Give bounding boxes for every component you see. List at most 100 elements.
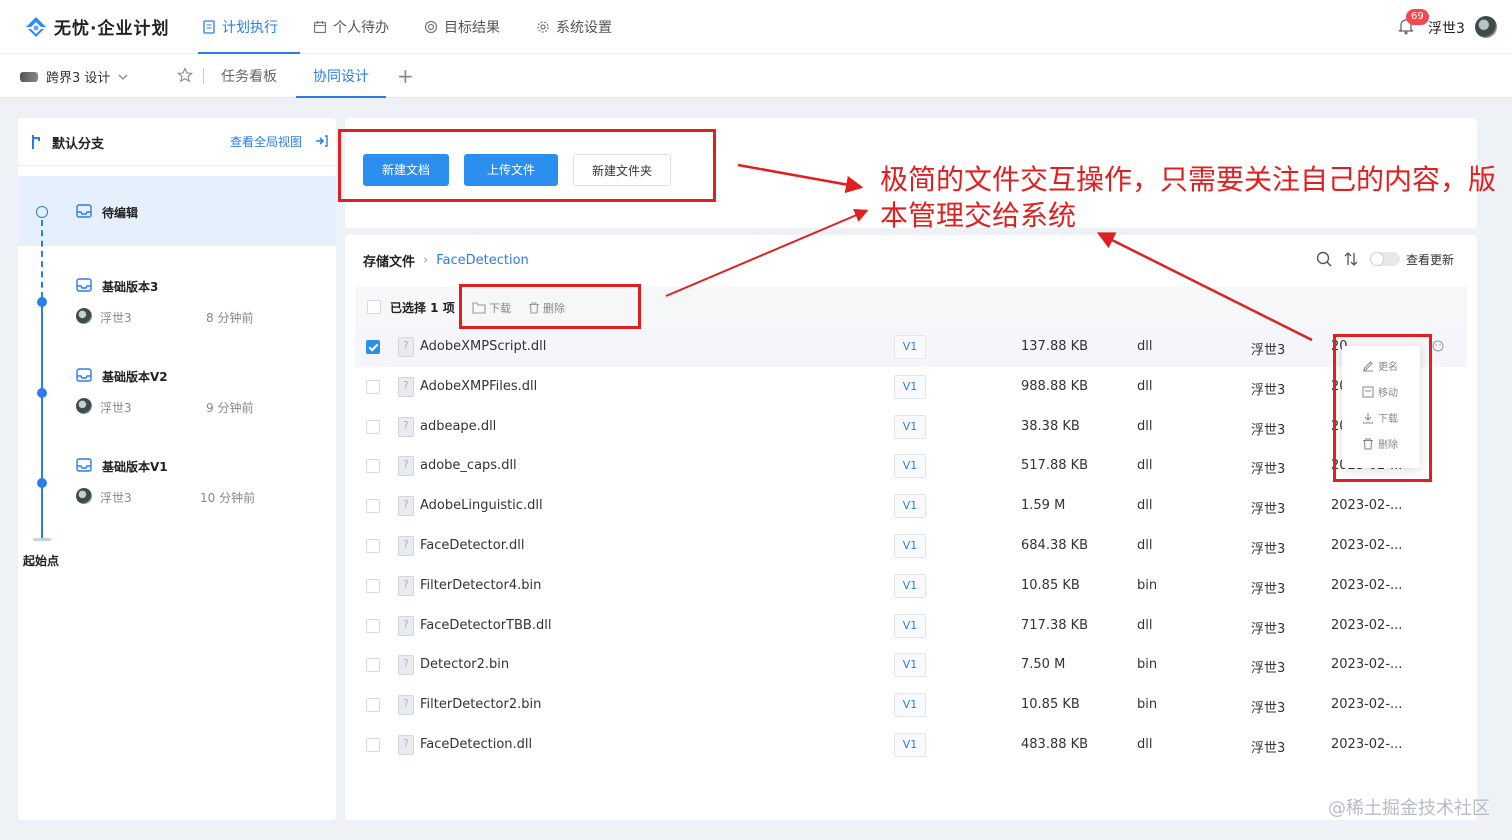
nav-plan-execution[interactable]: 计划执行 — [198, 0, 300, 54]
file-date: 2023-02-... — [1331, 737, 1403, 752]
version-badge[interactable]: V1 — [894, 534, 926, 558]
sort-icon[interactable] — [1343, 251, 1359, 267]
file-type: dll — [1137, 737, 1153, 752]
table-row[interactable]: FilterDetector2.bin V1 10.85 KB bin 浮世3 2023-… — [355, 685, 1467, 725]
editing-item[interactable]: 待编辑 — [18, 176, 336, 246]
row-checkbox[interactable] — [366, 618, 380, 633]
file-name[interactable]: adobe_caps.dll — [420, 458, 517, 473]
view-updates-toggle[interactable] — [1370, 252, 1400, 266]
table-row[interactable]: FilterDetector4.bin V1 10.85 KB bin 浮世3 2023-… — [355, 566, 1467, 606]
version-title[interactable]: 基础版本V1 — [102, 458, 168, 475]
file-type: dll — [1137, 378, 1153, 394]
version-time: 8 分钟前 — [206, 311, 254, 325]
file-name[interactable]: AdobeXMPFiles.dll — [420, 379, 537, 394]
breadcrumb-root[interactable]: 存储文件 — [363, 251, 415, 270]
file-name[interactable]: FaceDetector.dll — [420, 538, 524, 553]
table-row[interactable]: Detector2.bin V1 7.50 M bin 浮世3 2023-02-... — [355, 645, 1467, 685]
top-navbar: 无忧·企业计划 计划执行 个人待办 目标结果 系统设置 69 浮世3 — [0, 0, 1512, 54]
table-row[interactable]: AdobeLinguistic.dll V1 1.59 M dll 浮世3 2023-02… — [355, 486, 1467, 526]
file-owner: 浮世3 — [1251, 581, 1286, 597]
version-user: 浮世3 — [100, 311, 132, 325]
row-checkbox[interactable] — [366, 738, 380, 752]
version-badge[interactable]: V1 — [894, 733, 926, 757]
chevron-down-icon — [118, 74, 128, 80]
user-avatar[interactable] — [1475, 16, 1497, 38]
user-name[interactable]: 浮世3 — [1428, 18, 1465, 38]
version-badge[interactable]: V1 — [894, 573, 926, 598]
arrow-right-box-icon[interactable] — [314, 134, 328, 148]
inbox-icon — [76, 368, 92, 382]
version-badge[interactable]: V1 — [894, 613, 926, 638]
star-icon[interactable] — [177, 67, 193, 83]
file-size: 10.85 KB — [1021, 577, 1080, 593]
version-badge[interactable]: V1 — [894, 454, 926, 479]
file-name[interactable]: Detector2.bin — [420, 657, 509, 672]
version-badge[interactable]: V1 — [894, 335, 926, 359]
calendar-icon — [313, 21, 327, 34]
table-row[interactable]: FaceDetector.dll V1 684.38 KB dll 浮世3 2023-02… — [355, 526, 1467, 566]
add-tab-icon[interactable]: + — [397, 64, 414, 88]
row-checkbox[interactable] — [366, 419, 380, 434]
select-all-checkbox[interactable] — [367, 300, 381, 314]
table-row[interactable]: adobe_caps.dllV1517.88 KBdll浮世32023-02-.… — [355, 446, 1467, 486]
view-updates-label: 查看更新 — [1406, 253, 1455, 267]
version-badge[interactable]: V1 — [894, 693, 926, 718]
selection-count: 已选择 1 项 — [390, 301, 455, 315]
table-row[interactable]: FaceDetection.dll V1 483.88 KB dll 浮世3 2023-0… — [355, 725, 1467, 765]
table-row[interactable]: AdobeXMPScript.dllV1137.88 KBdll浮世320 — [355, 327, 1467, 367]
row-checkbox[interactable] — [366, 658, 380, 673]
row-checkbox[interactable] — [366, 539, 380, 553]
version-badge[interactable]: V1 — [894, 374, 926, 399]
file-icon — [398, 655, 414, 676]
file-type: dll — [1137, 339, 1153, 354]
file-date: 2023-02-... — [1331, 657, 1403, 673]
more-actions-icon[interactable] — [1432, 340, 1444, 352]
file-type: dll — [1137, 617, 1153, 633]
table-row[interactable]: adbeape.dllV138.38 KBdll浮世320 — [355, 407, 1467, 447]
table-row[interactable]: FaceDetectorTBB.dll V1 717.38 KB dll 浮世3 2023… — [355, 606, 1467, 646]
file-name[interactable]: FaceDetection.dll — [420, 737, 532, 752]
file-type: dll — [1137, 498, 1153, 514]
table-row[interactable]: AdobeXMPFiles.dllV1988.88 KBdll浮世320 — [355, 367, 1467, 407]
breadcrumb-separator: › — [423, 253, 429, 268]
row-checkbox[interactable] — [366, 379, 380, 394]
global-view-link[interactable]: 查看全局视图 — [230, 133, 302, 150]
tab-task-board[interactable]: 任务看板 — [221, 54, 277, 98]
breadcrumb-current[interactable]: FaceDetection — [436, 253, 529, 268]
version-title[interactable]: 基础版本3 — [102, 278, 158, 295]
file-icon — [398, 337, 414, 357]
row-checkbox[interactable] — [366, 578, 380, 593]
logo-icon — [26, 16, 46, 37]
nav-goals-results[interactable]: 目标结果 — [424, 0, 500, 54]
file-name[interactable]: AdobeLinguistic.dll — [420, 498, 543, 513]
version-title[interactable]: 基础版本V2 — [102, 368, 168, 385]
version-badge[interactable]: V1 — [894, 414, 926, 439]
file-type: dll — [1137, 538, 1153, 553]
file-name[interactable]: adbeape.dll — [420, 419, 496, 434]
tab-collab-design[interactable]: 协同设计 — [296, 54, 386, 98]
file-name[interactable]: FilterDetector4.bin — [420, 578, 541, 593]
file-name[interactable]: FaceDetectorTBB.dll — [420, 618, 551, 633]
version-badge[interactable]: V1 — [894, 494, 926, 519]
branch-name: 默认分支 — [52, 137, 105, 152]
file-name[interactable]: AdobeXMPScript.dll — [420, 339, 546, 354]
file-name[interactable]: FilterDetector2.bin — [420, 697, 541, 712]
row-checkbox[interactable] — [366, 499, 380, 514]
project-name: 跨界3 设计 — [46, 71, 111, 86]
file-icon — [398, 416, 414, 437]
file-size: 7.50 M — [1021, 657, 1066, 673]
row-checkbox[interactable] — [366, 698, 380, 713]
file-date: 2023-02-... — [1331, 538, 1403, 553]
brand-logo[interactable]: 无忧·企业计划 — [24, 14, 169, 39]
row-checkbox[interactable] — [366, 340, 380, 354]
project-selector[interactable]: 跨界3 设计 — [20, 67, 128, 86]
version-badge[interactable]: V1 — [894, 653, 926, 678]
search-icon[interactable] — [1316, 251, 1332, 267]
row-checkbox[interactable] — [366, 459, 380, 474]
breadcrumb: 存储文件 › FaceDetection — [363, 251, 529, 270]
file-icon — [398, 615, 414, 636]
file-icon — [398, 496, 414, 517]
nav-system-settings[interactable]: 系统设置 — [536, 0, 612, 54]
timeline-node — [37, 478, 47, 488]
nav-personal-todo[interactable]: 个人待办 — [313, 0, 389, 54]
